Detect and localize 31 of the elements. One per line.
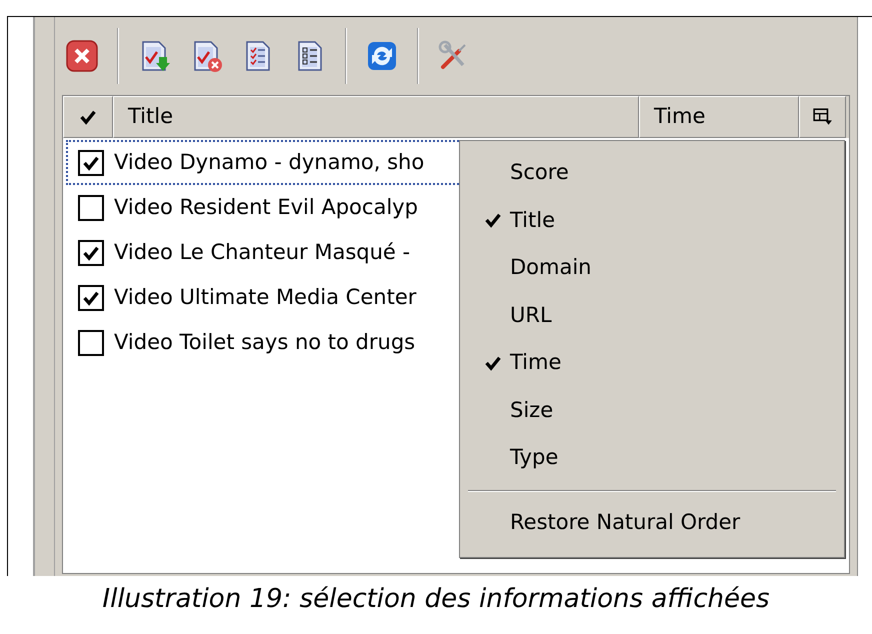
row-title: Video Ultimate Media Center bbox=[114, 284, 416, 311]
row-checkbox[interactable] bbox=[78, 240, 104, 266]
check-column-header[interactable] bbox=[63, 96, 113, 138]
column-chooser-icon bbox=[812, 108, 832, 126]
list-row[interactable]: Video Toilet says no to drugs bbox=[66, 320, 462, 365]
list-row[interactable]: Video Resident Evil Apocalyp bbox=[66, 185, 462, 230]
column-chooser-button[interactable] bbox=[799, 96, 846, 138]
row-title: Video Resident Evil Apocalyp bbox=[114, 194, 418, 221]
column-header[interactable]: Title bbox=[113, 96, 639, 138]
row-checkbox[interactable] bbox=[78, 150, 104, 176]
row-checkbox[interactable] bbox=[78, 284, 104, 310]
figure-caption: Illustration 19: sélection des informations affichées bbox=[102, 583, 770, 616]
list-row[interactable]: Video Ultimate Media Center bbox=[66, 275, 462, 320]
menu-item[interactable]: Type bbox=[460, 434, 844, 482]
list-row[interactable]: Video Le Chanteur Masqué - bbox=[66, 230, 462, 275]
column-header[interactable]: Time bbox=[639, 96, 799, 138]
menu-item[interactable]: Size bbox=[460, 386, 844, 434]
menu-item[interactable]: Restore Natural Order bbox=[460, 500, 844, 546]
close-icon[interactable] bbox=[65, 39, 99, 73]
row-checkbox[interactable] bbox=[78, 194, 104, 220]
menu-item[interactable]: Time bbox=[460, 339, 844, 386]
menu-item[interactable]: Domain bbox=[460, 244, 844, 292]
refresh-icon[interactable] bbox=[365, 39, 399, 73]
row-title: Video Dynamo - dynamo, sho bbox=[114, 148, 424, 176]
menu-item[interactable]: URL bbox=[460, 292, 844, 339]
row-title: Video Le Chanteur Masqué - bbox=[114, 238, 410, 266]
menu-item[interactable]: Title bbox=[460, 196, 844, 244]
checkmark-icon bbox=[79, 108, 97, 126]
row-checkbox[interactable] bbox=[78, 330, 104, 356]
menu-item[interactable]: Score bbox=[460, 149, 844, 196]
row-title: Video Toilet says no to drugs bbox=[114, 328, 416, 356]
